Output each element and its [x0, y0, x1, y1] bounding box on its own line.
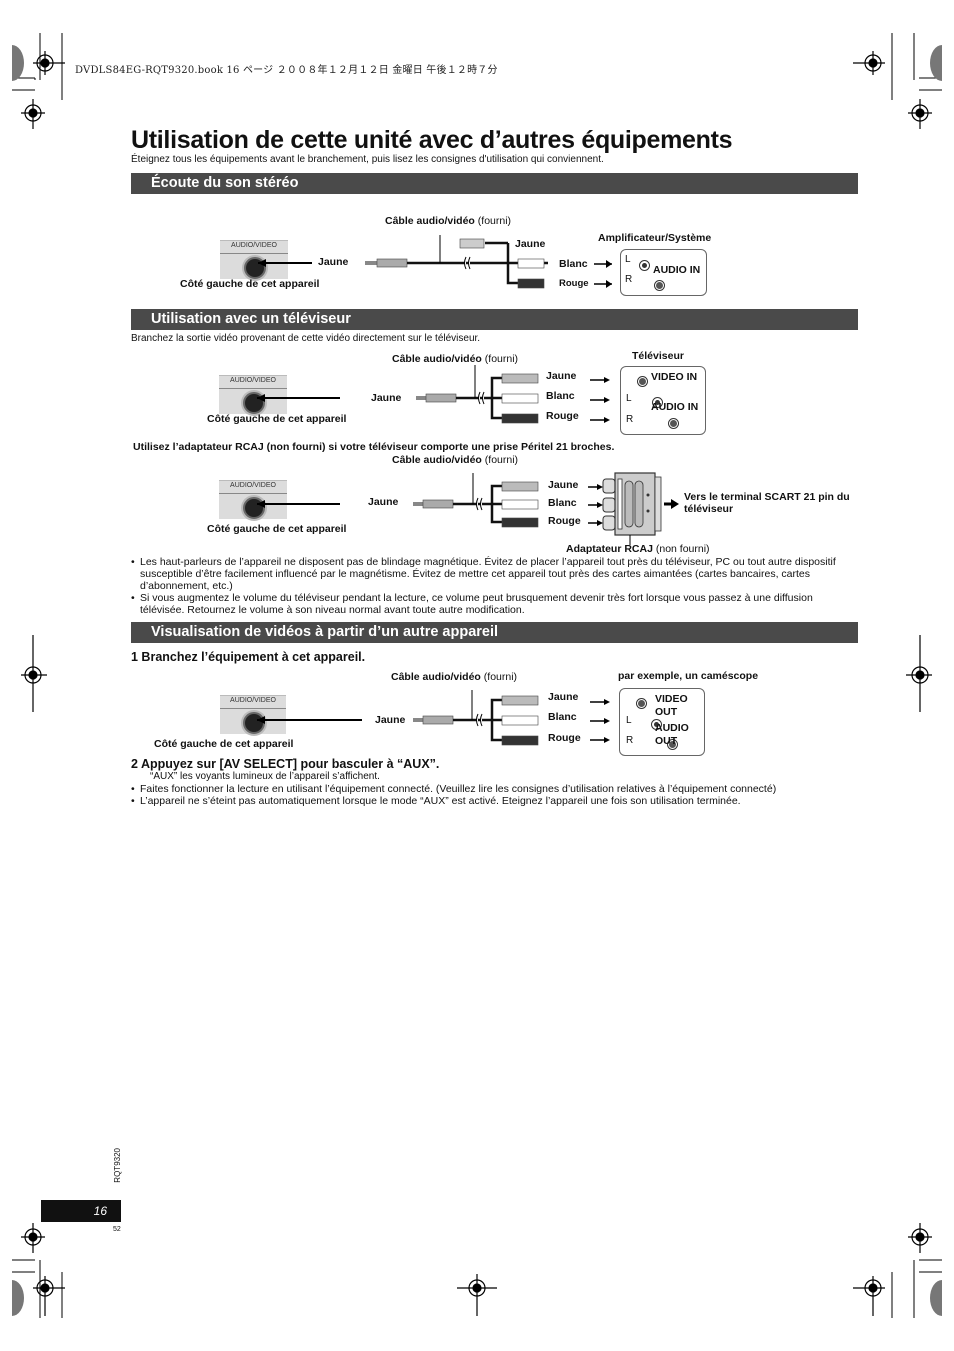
branch-rouge: Rouge: [546, 410, 579, 422]
audio-out-label-2: OUT: [655, 735, 678, 747]
port-r: [667, 418, 679, 429]
device-title: Amplificateur/Système: [598, 232, 712, 244]
step-2-sub: “AUX” les voyants lumineux de l’appareil…: [150, 771, 380, 782]
video-in-port: [637, 376, 648, 387]
bullet-text: Faites fonctionner la lecture en utilisa…: [140, 783, 777, 795]
bullet-text: Les haut-parleurs de l’appareil ne dispo…: [140, 556, 836, 592]
doc-code: RQT9320: [113, 1148, 122, 1183]
port-r-label: R: [625, 274, 633, 285]
bullet-icon: •: [131, 592, 135, 604]
audio-out-label: AUDIO: [655, 722, 689, 734]
branch-jaune: Jaune: [548, 479, 579, 491]
print-header: DVDLS84EG-RQT9320.book 16 ページ ２００８年１２月１２…: [75, 65, 498, 76]
branch-blanc: Blanc: [546, 390, 575, 402]
port-r-label: R: [626, 414, 634, 425]
video-in-label: VIDEO IN: [651, 371, 698, 383]
bullet-item: • Faites fonctionner la lecture en utili…: [131, 783, 859, 795]
port-l-label: L: [626, 393, 632, 404]
section-heading-stereo: Écoute du son stéréo: [131, 173, 858, 194]
video-out-label: VIDEO: [655, 693, 688, 705]
branch-jaune: Jaune: [515, 238, 546, 250]
tv-device: VIDEO IN L AUDIO IN R: [620, 366, 706, 435]
step-2: 2 Appuyez sur [AV SELECT] pour basculer …: [131, 757, 440, 771]
intro-text: Éteignez tous les équipements avant le b…: [131, 154, 604, 165]
device-title: par exemple, un caméscope: [618, 670, 759, 682]
branch-rouge: Rouge: [559, 278, 589, 289]
section-heading-video: Visualisation de vidéos à partir d’un au…: [131, 622, 858, 643]
bullet-icon: •: [131, 795, 135, 807]
audio-in-label: AUDIO IN: [653, 264, 701, 276]
branch-blanc: Blanc: [548, 711, 577, 723]
bullet-item: • L’appareil ne s’éteint pas automatique…: [131, 795, 859, 807]
port-l-label: L: [626, 715, 632, 726]
audio-in-label: AUDIO IN: [651, 401, 699, 413]
branch-blanc: Blanc: [559, 258, 588, 270]
port-r: [654, 280, 666, 291]
scart-target-label: Vers le terminal SCART 21 pin du télévis…: [684, 491, 850, 515]
camcorder-device: VIDEO OUT L AUDIO R OUT: [619, 688, 705, 756]
port-r-label: R: [626, 735, 634, 746]
page-number: 16: [41, 1200, 121, 1222]
video-out-label-2: OUT: [655, 706, 678, 718]
branch-rouge: Rouge: [548, 515, 581, 527]
device-title: Téléviseur: [632, 350, 684, 362]
amplifier-device: L R AUDIO IN: [620, 249, 707, 296]
branch-jaune: Jaune: [546, 370, 577, 382]
port-l-label: L: [625, 254, 631, 265]
bullet-item: • Si vous augmentez le volume du télévis…: [131, 592, 859, 616]
cable-drawing: [257, 365, 610, 424]
video-out-port: [636, 698, 647, 709]
bullet-icon: •: [131, 783, 135, 795]
branch-jaune: Jaune: [548, 691, 579, 703]
bullet-text: L’appareil ne s’éteint pas automatiqueme…: [140, 795, 741, 807]
bullet-item: • Les haut-parleurs de l’appareil ne dis…: [131, 556, 859, 592]
cable-label: Câble audio/vidéo (fourni): [385, 215, 512, 227]
sub-page-number: 52: [113, 1226, 121, 1233]
bullet-text: Si vous augmentez le volume du téléviseu…: [140, 592, 813, 616]
scart-note: Utilisez l’adaptateur RCAJ (non fourni) …: [133, 441, 615, 453]
adapter-label: Adaptateur RCAJ (non fourni): [566, 543, 710, 555]
port-l: [639, 260, 650, 271]
cable-drawing: [257, 690, 610, 746]
branch-blanc: Blanc: [548, 497, 577, 509]
bullet-icon: •: [131, 556, 135, 568]
tv-intro: Branchez la sortie vidéo provenant de ce…: [131, 333, 481, 344]
section-heading-tv: Utilisation avec un téléviseur: [131, 309, 858, 330]
scart-adapter: [602, 472, 662, 545]
step-1: 1 Branchez l’équipement à cet appareil.: [131, 650, 366, 664]
branch-rouge: Rouge: [548, 732, 581, 744]
page-title: Utilisation de cette unité avec d’autres…: [131, 126, 733, 154]
